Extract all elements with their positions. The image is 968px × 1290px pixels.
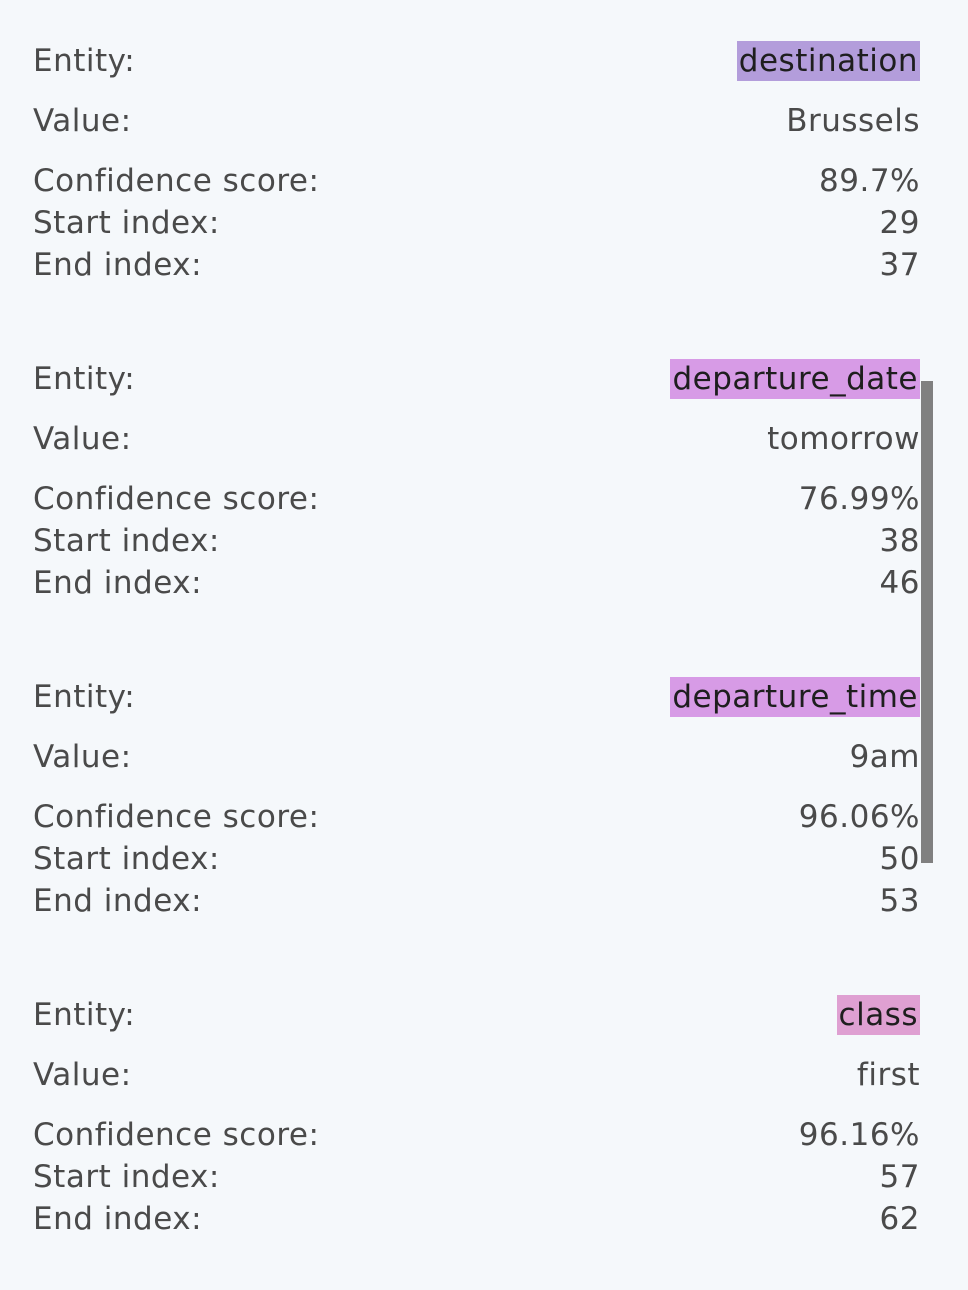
entity-card: Entity: departure_time Value: 9am Confid…: [33, 676, 920, 956]
confidence-value: 76.99%: [798, 481, 920, 517]
entity-card: Entity: class Value: first Confidence sc…: [33, 994, 920, 1274]
entity-card: Entity: destination Value: Brussels Conf…: [33, 40, 920, 320]
end-index-row: End index: 37: [33, 244, 920, 286]
confidence-row: Confidence score: 89.7%: [33, 160, 920, 202]
entity-label: Entity:: [33, 997, 136, 1033]
end-index-label: End index:: [33, 247, 203, 283]
start-index-value: 50: [879, 841, 920, 877]
confidence-row: Confidence score: 96.16%: [33, 1114, 920, 1156]
value-label: Value:: [33, 103, 132, 139]
end-index-value: 46: [879, 565, 920, 601]
end-index-row: End index: 46: [33, 562, 920, 604]
value-label: Value:: [33, 1057, 132, 1093]
entity-row: Entity: class: [33, 994, 920, 1036]
start-index-row: Start index: 57: [33, 1156, 920, 1198]
confidence-value: 89.7%: [819, 163, 920, 199]
entity-card: Entity: departure_date Value: tomorrow C…: [33, 358, 920, 638]
start-index-label: Start index:: [33, 205, 220, 241]
start-index-label: Start index:: [33, 841, 220, 877]
confidence-label: Confidence score:: [33, 1117, 320, 1153]
end-index-label: End index:: [33, 1201, 203, 1237]
start-index-row: Start index: 29: [33, 202, 920, 244]
end-index-row: End index: 53: [33, 880, 920, 922]
start-index-value: 57: [879, 1159, 920, 1195]
entity-row: Entity: destination: [33, 40, 920, 82]
entity-row: Entity: departure_time: [33, 676, 920, 718]
end-index-label: End index:: [33, 883, 203, 919]
end-index-label: End index:: [33, 565, 203, 601]
confidence-value: 96.16%: [798, 1117, 920, 1153]
confidence-row: Confidence score: 76.99%: [33, 478, 920, 520]
end-index-value: 53: [879, 883, 920, 919]
start-index-row: Start index: 50: [33, 838, 920, 880]
start-index-label: Start index:: [33, 523, 220, 559]
entity-value: tomorrow: [767, 421, 920, 457]
confidence-label: Confidence score:: [33, 163, 320, 199]
entity-label: Entity:: [33, 43, 136, 79]
end-index-row: End index: 62: [33, 1198, 920, 1240]
value-label: Value:: [33, 421, 132, 457]
entity-row: Entity: departure_date: [33, 358, 920, 400]
start-index-value: 38: [879, 523, 920, 559]
start-index-row: Start index: 38: [33, 520, 920, 562]
entity-label: Entity:: [33, 361, 136, 397]
start-index-label: Start index:: [33, 1159, 220, 1195]
value-row: Value: Brussels: [33, 100, 920, 142]
vertical-scrollbar[interactable]: [921, 381, 933, 863]
end-index-value: 62: [879, 1201, 920, 1237]
entity-results-panel: Entity: destination Value: Brussels Conf…: [0, 0, 968, 1290]
entity-tag: departure_date: [670, 359, 920, 399]
confidence-label: Confidence score:: [33, 799, 320, 835]
entity-label: Entity:: [33, 679, 136, 715]
start-index-value: 29: [879, 205, 920, 241]
entity-tag: class: [836, 995, 920, 1035]
confidence-value: 96.06%: [798, 799, 920, 835]
value-row: Value: tomorrow: [33, 418, 920, 460]
entity-tag: destination: [736, 41, 920, 81]
value-row: Value: first: [33, 1054, 920, 1096]
confidence-row: Confidence score: 96.06%: [33, 796, 920, 838]
entity-value: Brussels: [786, 103, 920, 139]
value-label: Value:: [33, 739, 132, 775]
entity-tag: departure_time: [670, 677, 920, 717]
confidence-label: Confidence score:: [33, 481, 320, 517]
entity-value: 9am: [849, 739, 920, 775]
value-row: Value: 9am: [33, 736, 920, 778]
entity-value: first: [856, 1057, 920, 1093]
end-index-value: 37: [879, 247, 920, 283]
